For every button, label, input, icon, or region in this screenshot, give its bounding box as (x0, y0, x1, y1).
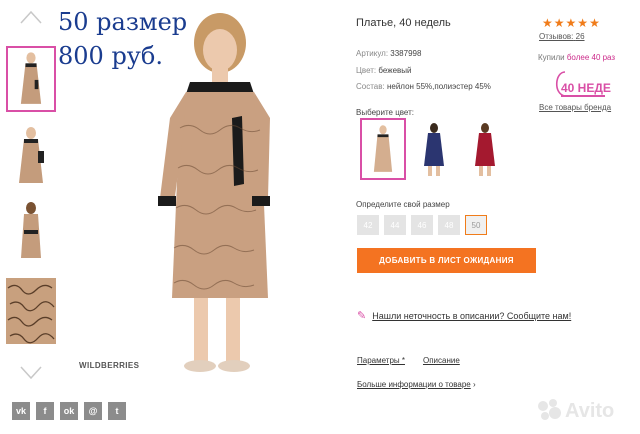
svg-text:40 НЕДЕЛЬ: 40 НЕДЕЛЬ (561, 81, 611, 95)
svg-text:Avito: Avito (565, 400, 614, 422)
color-value: бежевый (378, 66, 412, 75)
vk-icon[interactable]: vk (12, 402, 30, 420)
color-swatch-beige[interactable] (360, 118, 406, 180)
article-value: 3387998 (390, 49, 422, 58)
color-swatch-navy[interactable] (414, 118, 460, 180)
thumbnail-2[interactable] (6, 121, 56, 187)
social-share-bar: vk f ok @ t (12, 402, 126, 420)
odnoklassniki-icon[interactable]: ok (60, 402, 78, 420)
tab-parameters[interactable]: Параметры * (357, 356, 405, 365)
tab-description[interactable]: Описание (423, 356, 460, 365)
article-row: Артикул: 3387998 (356, 49, 422, 58)
product-title: Платье, 40 недель (356, 17, 451, 29)
rating-stars: ★ ★ ★ ★ ★ (542, 16, 600, 30)
all-brand-items-link[interactable]: Все товары бренда (539, 103, 611, 112)
add-to-waitlist-button[interactable]: ДОБАВИТЬ В ЛИСТ ОЖИДАНИЯ (357, 248, 536, 273)
thumbnail-1-selected[interactable] (6, 46, 56, 112)
size-options: 42 44 46 48 50 (357, 215, 487, 235)
report-inaccuracy-link[interactable]: ✎ Нашли неточность в описании? Сообщите … (357, 309, 571, 322)
star-icon: ★ (589, 16, 600, 30)
color-row: Цвет: бежевый (356, 66, 412, 75)
color-select-label: Выберите цвет: (356, 108, 415, 117)
wildberries-watermark: WILDBERRIES (79, 361, 140, 370)
overlay-size-text: 50 размер (58, 8, 188, 36)
bought-count: Купили более 40 раз (538, 53, 616, 62)
size-option[interactable]: 44 (384, 215, 406, 235)
thumbnails-up-chevron-icon[interactable] (20, 10, 42, 24)
composition-row: Состав: нейлон 55%,полиэстер 45% (356, 82, 491, 91)
email-icon[interactable]: @ (84, 402, 102, 420)
overlay-price-text: 800 руб. (58, 42, 163, 70)
chevron-right-icon: › (472, 380, 476, 389)
size-option[interactable]: 48 (438, 215, 460, 235)
reviews-link[interactable]: Отзывов: 26 (539, 32, 585, 41)
info-tabs: Параметры * Описание (357, 356, 460, 365)
composition-value: нейлон 55%,полиэстер 45% (386, 82, 491, 91)
star-icon: ★ (553, 16, 565, 30)
thumbnail-4-fabric[interactable] (6, 278, 56, 344)
twitter-icon[interactable]: t (108, 402, 126, 420)
thumbnail-3[interactable] (6, 198, 56, 264)
brand-logo[interactable]: 40 НЕДЕЛЬ (551, 68, 628, 102)
size-select-label: Определите свой размер (356, 200, 450, 209)
size-option[interactable]: 42 (357, 215, 379, 235)
thumbnails-down-chevron-icon[interactable] (20, 366, 42, 380)
more-info-link[interactable]: Больше информации о товаре › (357, 380, 476, 389)
star-icon: ★ (565, 16, 577, 30)
pencil-icon: ✎ (357, 310, 367, 322)
star-icon: ★ (577, 16, 589, 30)
star-icon: ★ (542, 16, 553, 30)
size-option-selected[interactable]: 50 (465, 215, 487, 235)
size-option[interactable]: 46 (411, 215, 433, 235)
facebook-icon[interactable]: f (36, 402, 54, 420)
avito-watermark-logo: Avito (533, 394, 633, 424)
color-swatch-red[interactable] (464, 118, 510, 180)
